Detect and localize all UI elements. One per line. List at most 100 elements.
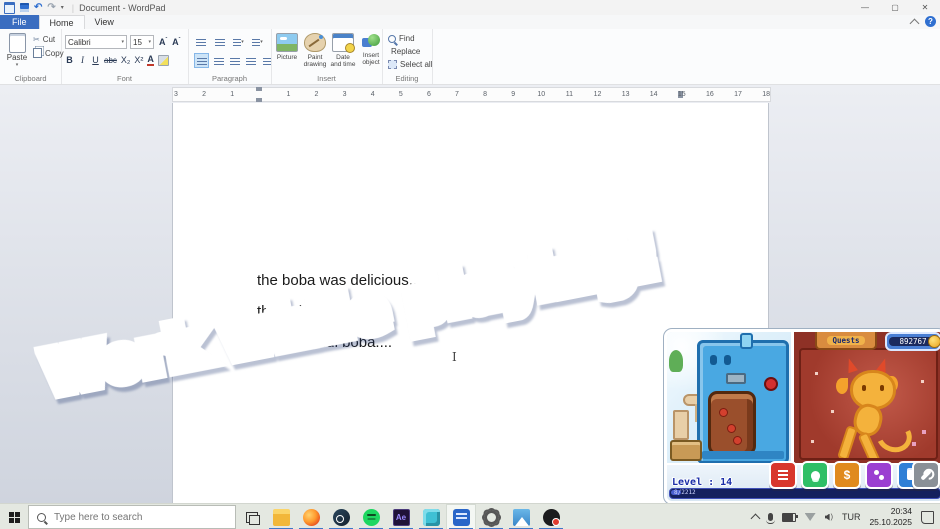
shrink-font-button[interactable]: Aˇ	[172, 37, 180, 47]
taskbar-app-file-explorer[interactable]	[266, 504, 296, 529]
replace-button[interactable]: Replace	[388, 47, 432, 56]
game-overlay[interactable]: Quests 892767 Level : 14 8/2212 $	[664, 329, 940, 504]
picture-button[interactable]: Picture	[274, 33, 300, 79]
increase-indent-button[interactable]	[213, 35, 226, 48]
copy-button[interactable]: Copy	[33, 48, 64, 58]
minimize-button[interactable]: —	[850, 0, 880, 15]
line-spacing-button[interactable]: ▾	[251, 35, 264, 48]
close-button[interactable]: ✕	[910, 0, 940, 15]
music-icon	[543, 509, 560, 526]
italic-button[interactable]: I	[78, 55, 87, 65]
undo-icon[interactable]: ↶	[34, 3, 42, 13]
lamp-button[interactable]	[801, 461, 829, 489]
task-view-button[interactable]	[242, 504, 262, 529]
font-family-select[interactable]: Calibri ▾	[65, 35, 127, 49]
taskbar-app-wordpad[interactable]	[446, 504, 476, 529]
gacha-icon	[874, 470, 884, 480]
tray-expand-icon[interactable]	[750, 513, 760, 523]
machine-slot	[710, 355, 717, 365]
machine-red-button[interactable]	[764, 377, 778, 391]
superscript-button[interactable]: X²	[134, 55, 143, 65]
journal-icon	[778, 470, 788, 480]
eye	[880, 385, 884, 391]
tab-view[interactable]: View	[85, 15, 124, 29]
highlight-pen-icon[interactable]	[158, 55, 169, 66]
cut-button[interactable]: ✂ Cut	[33, 35, 55, 44]
language-indicator[interactable]: TUR	[842, 512, 861, 522]
list-button[interactable]: ▾	[232, 35, 245, 48]
collapse-ribbon-icon[interactable]	[910, 18, 920, 28]
taskbar-app-after-effects[interactable]: Ae	[386, 504, 416, 529]
taskbar-app-photos[interactable]	[506, 504, 536, 529]
gacha-button[interactable]	[865, 461, 893, 489]
align-left-button[interactable]	[194, 53, 209, 68]
paste-button[interactable]: Paste ▾	[5, 33, 29, 71]
taskbar-app-settings[interactable]	[476, 504, 506, 529]
fire-creature[interactable]	[824, 358, 914, 460]
date-and-time-button[interactable]: Date and time	[330, 33, 356, 79]
select-all-button[interactable]: Select all	[388, 60, 432, 69]
taskbar-app-steam[interactable]	[326, 504, 356, 529]
battery-icon[interactable]	[782, 513, 796, 522]
clock[interactable]: 20:34 25.10.2025	[869, 506, 912, 527]
boba-jar[interactable]	[708, 391, 756, 455]
journal-button[interactable]	[769, 461, 797, 489]
wifi-icon[interactable]	[805, 513, 816, 521]
indent-marker[interactable]	[256, 87, 262, 91]
paint-drawing-button[interactable]: Paint drawing	[302, 33, 328, 79]
clipboard-icon	[9, 33, 26, 53]
titlebar: ↶ ↷ ▾ | Document - WordPad —▢✕	[0, 0, 940, 15]
strikethrough-button[interactable]: abc	[104, 56, 117, 65]
action-center-icon[interactable]	[921, 511, 934, 524]
grow-font-button[interactable]: Aˆ	[159, 37, 167, 47]
settings-button[interactable]	[912, 461, 940, 489]
indent-marker-bottom[interactable]	[256, 98, 262, 102]
search-input[interactable]	[52, 511, 206, 524]
ruler-number: 3	[174, 91, 178, 98]
justify-button[interactable]	[244, 54, 257, 67]
align-right-button[interactable]	[228, 54, 241, 67]
taskbar-app-firefox[interactable]	[296, 504, 326, 529]
redo-icon[interactable]: ↷	[47, 3, 55, 13]
quests-label: Quests	[827, 336, 864, 345]
qat-dropdown-icon[interactable]: ▾	[61, 4, 64, 11]
help-icon[interactable]: ?	[925, 16, 936, 27]
tab-home[interactable]: Home	[39, 15, 85, 29]
ruler-number: 16	[706, 91, 714, 98]
font-size-select[interactable]: 15 ▾	[130, 35, 154, 49]
horn-icon	[844, 357, 858, 373]
picture-label: Picture	[277, 54, 297, 61]
copy-icon	[33, 48, 42, 58]
volume-button[interactable]: )	[825, 514, 833, 521]
taskbar-app-music[interactable]	[536, 504, 566, 529]
bold-button[interactable]: B	[65, 55, 74, 65]
save-icon[interactable]	[20, 3, 29, 12]
subscript-button[interactable]: X₂	[121, 55, 131, 65]
money-button[interactable]: $	[833, 461, 861, 489]
currency-badge[interactable]: 892767	[885, 332, 940, 351]
taskbar-app-game[interactable]	[416, 504, 446, 529]
start-button[interactable]	[0, 504, 28, 529]
underline-button[interactable]: U	[91, 55, 100, 65]
tips-tag[interactable]	[670, 440, 702, 461]
font-color-button[interactable]: A	[147, 55, 154, 66]
wordpad-app-icon[interactable]	[4, 2, 15, 14]
editing-group-label: Editing	[382, 74, 432, 83]
level-label: Level : 14	[672, 477, 732, 488]
align-center-button[interactable]	[212, 54, 225, 67]
quests-tab[interactable]: Quests	[815, 332, 877, 350]
insert-object-button[interactable]: Insert object	[358, 33, 384, 79]
taskbar-search[interactable]	[28, 505, 236, 529]
microphone-icon[interactable]	[768, 513, 773, 521]
tab-file[interactable]: File	[0, 15, 39, 29]
boba-machine[interactable]	[697, 340, 789, 464]
find-button[interactable]: Find	[388, 34, 432, 43]
decrease-indent-button[interactable]	[194, 35, 207, 48]
berry	[733, 436, 742, 445]
machine-base	[702, 451, 784, 459]
taskbar-app-spotify[interactable]	[356, 504, 386, 529]
font-family-value: Calibri	[68, 38, 91, 47]
selectall-icon	[388, 60, 397, 69]
datetime-icon	[332, 33, 354, 52]
maximize-button[interactable]: ▢	[880, 0, 910, 15]
